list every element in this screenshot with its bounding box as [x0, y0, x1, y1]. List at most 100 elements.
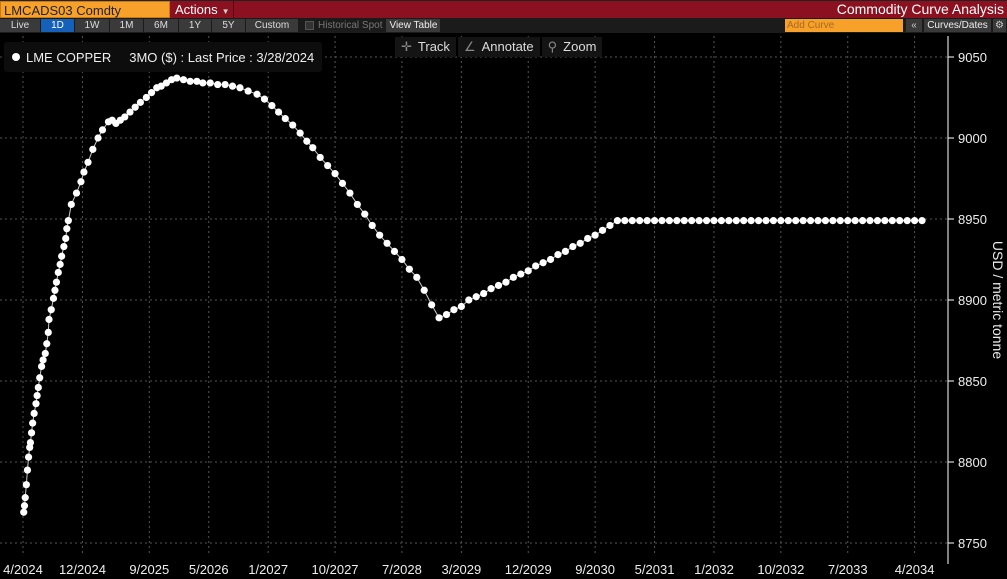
y-tick-label: 8850: [958, 374, 987, 389]
x-tick-label: 1/2027: [248, 562, 288, 577]
data-point: [47, 306, 55, 314]
data-point: [80, 168, 88, 176]
data-point: [51, 286, 59, 294]
y-tick-label: 8950: [958, 212, 987, 227]
data-point: [236, 84, 244, 92]
data-point: [665, 217, 674, 225]
data-point: [45, 315, 53, 324]
x-tick-label: 1/2032: [694, 562, 734, 577]
data-point: [383, 239, 391, 247]
data-point: [680, 217, 688, 225]
data-point: [442, 310, 451, 319]
data-point: [732, 217, 740, 225]
x-tick-label: 7/2033: [828, 562, 868, 577]
data-point: [769, 217, 778, 225]
data-point: [621, 217, 629, 225]
data-point: [274, 108, 283, 116]
data-point: [539, 259, 547, 267]
data-point: [62, 234, 70, 243]
data-point: [517, 270, 525, 278]
data-point: [43, 340, 51, 348]
data-point: [41, 349, 49, 358]
data-point: [206, 79, 214, 87]
track-label: Track: [417, 39, 450, 54]
legend-tenor: 3MO ($): [129, 49, 177, 65]
data-point: [457, 302, 465, 311]
data-point: [353, 200, 361, 209]
data-point: [253, 90, 261, 98]
data-point: [472, 293, 480, 301]
data-point: [754, 217, 763, 225]
data-point: [494, 281, 503, 290]
curve-chart[interactable]: 8750 8800 8850 8900 8950 9000 9050 4/2024 12/202…: [0, 0, 1007, 579]
data-point: [179, 76, 188, 84]
data-point: [24, 453, 33, 461]
data-point: [866, 217, 874, 225]
data-point: [821, 217, 830, 225]
data-point: [628, 217, 636, 225]
data-point: [361, 210, 369, 218]
x-tick-label: 12/2029: [505, 562, 552, 577]
data-point: [221, 80, 229, 89]
data-point: [338, 179, 347, 187]
data-point: [762, 217, 770, 225]
data-point: [428, 301, 436, 309]
data-point: [289, 121, 297, 129]
data-point: [72, 189, 81, 197]
data-point: [39, 356, 47, 364]
data-point: [21, 494, 29, 502]
data-point: [814, 217, 822, 225]
zoom-button[interactable]: ⚲ Zoom: [541, 37, 603, 57]
data-point: [903, 217, 911, 225]
data-point: [918, 217, 926, 225]
data-point: [650, 217, 659, 225]
data-point: [673, 217, 681, 225]
data-point: [27, 429, 36, 437]
data-point: [303, 137, 311, 145]
data-point: [58, 252, 66, 260]
data-point: [747, 217, 755, 225]
zoom-label: Zoom: [563, 39, 597, 54]
data-point: [34, 383, 42, 392]
legend-series-name: LME COPPER: [26, 49, 112, 65]
data-point: [710, 217, 718, 225]
data-point: [30, 409, 38, 417]
x-tick-label: 10/2027: [312, 562, 359, 577]
data-point: [844, 217, 852, 225]
data-point: [413, 273, 421, 281]
y-axis-label: USD / metric tonne: [990, 240, 1006, 360]
data-point: [688, 217, 696, 225]
series-line: [23, 77, 923, 513]
data-point: [465, 296, 473, 304]
data-point: [49, 294, 58, 302]
x-tick-label: 5/2031: [635, 562, 675, 577]
data-point: [806, 217, 815, 225]
track-button[interactable]: ✛ Track: [395, 37, 456, 57]
annotate-button[interactable]: ∠ Annotate: [457, 37, 540, 57]
data-point: [858, 217, 867, 225]
y-tick-label: 9000: [958, 131, 987, 146]
y-tick-label: 8900: [958, 293, 987, 308]
data-point: [136, 98, 144, 106]
data-point: [22, 481, 30, 489]
data-point: [309, 144, 317, 152]
data-point: [44, 328, 52, 336]
data-point: [20, 502, 29, 510]
data-point: [546, 255, 555, 264]
data-point: [777, 217, 785, 225]
data-point: [199, 79, 207, 87]
chart-legend: LME COPPER 3MO ($) : Last Price : 3/28/2…: [4, 42, 323, 72]
data-point: [450, 306, 458, 314]
x-tick-label: 7/2028: [382, 562, 422, 577]
data-point: [851, 217, 859, 225]
data-point: [98, 126, 107, 134]
data-point: [398, 255, 406, 264]
magnifier-icon: ⚲: [547, 39, 558, 54]
data-point: [63, 225, 71, 233]
data-point: [281, 114, 289, 123]
data-point: [554, 251, 562, 259]
data-point: [836, 217, 844, 225]
y-tick-label: 9050: [958, 50, 987, 65]
data-point: [784, 217, 792, 225]
legend-description: : Last Price : 3/28/2024: [180, 49, 315, 65]
